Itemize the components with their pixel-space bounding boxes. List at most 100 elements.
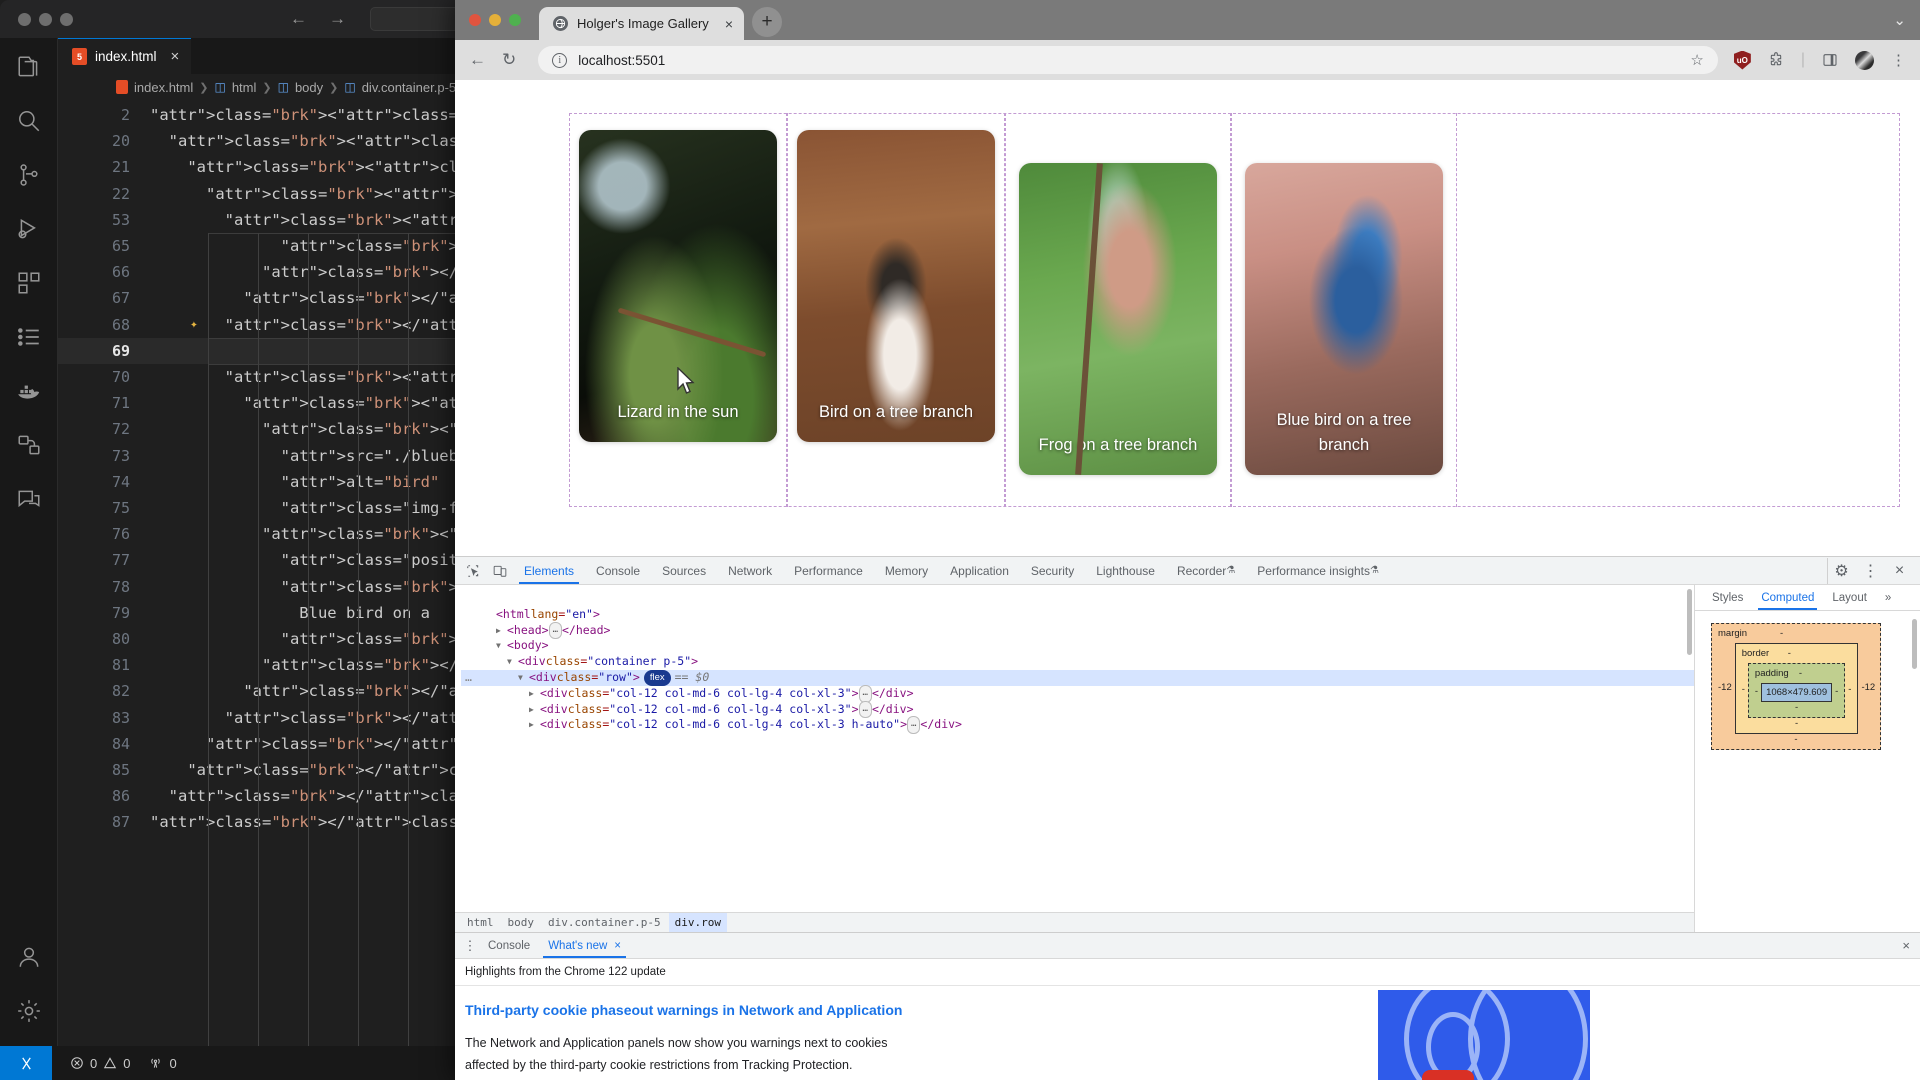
breadcrumb-item[interactable]: div.container.p-5: [542, 913, 667, 933]
vscode-nav-arrows[interactable]: ← →: [290, 9, 346, 29]
devtools-tabbar-actions[interactable]: ⚙ ⋮ ×: [1827, 557, 1920, 584]
styles-tab-styles[interactable]: Styles: [1703, 585, 1752, 610]
browser-tab[interactable]: Holger's Image Gallery ×: [539, 7, 744, 40]
devtools-tab-console[interactable]: Console: [585, 557, 651, 584]
dom-node[interactable]: ▼ <div class = "container p-5" >: [461, 654, 1694, 670]
docker-icon[interactable]: [16, 378, 42, 404]
breadcrumb-item[interactable]: body: [502, 913, 541, 933]
gallery-card[interactable]: Bird on a tree branch: [797, 130, 995, 442]
devtools-tab-recorder[interactable]: Recorder ⚗: [1166, 557, 1246, 584]
styles-tab-layout[interactable]: Layout: [1823, 585, 1876, 610]
gallery-card[interactable]: Blue bird on a tree branch: [1245, 163, 1443, 475]
maximize-window-button[interactable]: [509, 14, 521, 26]
forward-icon[interactable]: →: [329, 9, 346, 29]
minimize-window-button[interactable]: [39, 12, 52, 26]
explorer-icon[interactable]: [16, 54, 42, 80]
whats-new-heading-1[interactable]: Third-party cookie phaseout warnings in …: [465, 1002, 1910, 1018]
dom-node[interactable]: ▶ <div class = "col-12 col-md-6 col-lg-4 co…: [461, 716, 1694, 735]
breadcrumb-item-container[interactable]: div.container.p-5: [362, 80, 456, 95]
dom-node[interactable]: ▼ <body >: [461, 638, 1694, 654]
breadcrumb-item-html[interactable]: html: [232, 80, 257, 95]
back-button[interactable]: ←: [469, 50, 486, 70]
gear-icon[interactable]: ⚙: [1828, 558, 1855, 584]
breadcrumb-item-file[interactable]: index.html: [134, 80, 193, 95]
breadcrumb-item[interactable]: html: [461, 913, 500, 933]
drawer-menu-icon[interactable]: ⋮: [461, 938, 479, 954]
devtools-tab-security[interactable]: Security: [1020, 557, 1085, 584]
collapsed-children-icon[interactable]: …: [858, 700, 872, 719]
device-toolbar-icon[interactable]: [486, 558, 513, 584]
styles-scrollbar[interactable]: [1912, 619, 1917, 669]
dom-breadcrumb[interactable]: html body div.container.p-5 div.row: [455, 912, 1694, 932]
expand-triangle-icon[interactable]: ▶: [529, 702, 540, 718]
flex-badge[interactable]: flex: [643, 669, 671, 686]
expand-triangle-icon[interactable]: ▶: [496, 623, 507, 639]
account-icon[interactable]: [16, 944, 42, 970]
vscode-traffic-lights[interactable]: [18, 12, 73, 26]
extensions-icon[interactable]: [16, 270, 42, 296]
site-info-icon[interactable]: i: [552, 52, 568, 68]
close-drawer-tab-icon[interactable]: ×: [614, 940, 621, 952]
minimize-window-button[interactable]: [489, 14, 501, 26]
devtools-tab-application[interactable]: Application: [939, 557, 1020, 584]
dom-node[interactable]: … ▼ <div class = "row" > flex == $0: [461, 669, 1694, 686]
collapsed-children-icon[interactable]: …: [907, 716, 921, 735]
reload-button[interactable]: ↻: [502, 50, 516, 70]
bookmark-star-icon[interactable]: ☆: [1690, 51, 1703, 69]
styles-tab-computed[interactable]: Computed: [1752, 585, 1823, 610]
close-tab-icon[interactable]: ×: [171, 48, 180, 65]
collapsed-children-icon[interactable]: …: [858, 684, 872, 703]
chevron-down-icon[interactable]: ⌄: [1893, 11, 1906, 29]
maximize-window-button[interactable]: [60, 12, 73, 26]
extensions-icon[interactable]: [1768, 52, 1784, 68]
close-devtools-icon[interactable]: ×: [1886, 558, 1913, 584]
play-button-icon[interactable]: ▶: [1422, 1070, 1474, 1080]
avatar[interactable]: [1855, 50, 1874, 70]
drawer-tab-whats-new[interactable]: What's new ×: [539, 933, 630, 958]
breadcrumb-item-body[interactable]: body: [295, 80, 323, 95]
node-menu-icon[interactable]: …: [465, 670, 485, 686]
dom-node[interactable]: [461, 591, 1694, 607]
ports-status[interactable]: 0: [148, 1056, 177, 1071]
dom-node[interactable]: <html lang = "en" >: [461, 607, 1694, 623]
styles-more-tabs-icon[interactable]: »: [1876, 585, 1900, 610]
dom-node[interactable]: ▶ <head >… </head>: [461, 621, 1694, 640]
back-icon[interactable]: ←: [290, 9, 307, 29]
gallery-image[interactable]: Frog on a tree branch: [1019, 163, 1217, 475]
run-debug-icon[interactable]: [16, 216, 42, 242]
devtools-tab-sources[interactable]: Sources: [651, 557, 717, 584]
gear-icon[interactable]: [16, 998, 42, 1024]
dom-scrollbar[interactable]: [1687, 589, 1692, 655]
inspect-element-icon[interactable]: [459, 558, 486, 584]
search-icon[interactable]: [16, 108, 42, 134]
address-bar[interactable]: i localhost:5501 ☆: [538, 46, 1718, 74]
close-tab-icon[interactable]: ×: [725, 16, 733, 32]
devtools-tab-list[interactable]: Elements Console Sources Network Performance…: [513, 557, 1390, 584]
expand-triangle-icon[interactable]: ▶: [529, 686, 540, 702]
expand-triangle-icon[interactable]: ▶: [529, 717, 540, 733]
devtools-tab-performance[interactable]: Performance: [783, 557, 874, 584]
sparkle-icon[interactable]: ✦: [190, 312, 198, 338]
close-window-button[interactable]: [469, 14, 481, 26]
close-drawer-icon[interactable]: ×: [1902, 938, 1920, 953]
ublock-origin-icon[interactable]: uO: [1733, 50, 1751, 70]
drawer-tabbar[interactable]: ⋮ Console What's new × ×: [455, 933, 1920, 959]
devtools-tab-lighthouse[interactable]: Lighthouse: [1085, 557, 1166, 584]
drawer-tab-console[interactable]: Console: [479, 933, 539, 958]
dom-tree[interactable]: <html lang = "en" > ▶ <head >… </head> ▼ <body > ▼ <…: [455, 585, 1694, 735]
comments-icon[interactable]: [16, 486, 42, 512]
whats-new-video-thumbnail[interactable]: ▶ new: [1378, 990, 1590, 1080]
dom-node[interactable]: ▶ <div class = "col-12 col-md-6 col-lg-4 co…: [461, 700, 1694, 719]
gallery-image[interactable]: Blue bird on a tree branch: [1245, 163, 1443, 475]
problems-status[interactable]: 0 0: [70, 1056, 130, 1071]
outline-list-icon[interactable]: [16, 324, 42, 350]
chrome-traffic-lights[interactable]: [469, 0, 521, 40]
devtools-tab-memory[interactable]: Memory: [874, 557, 939, 584]
new-tab-button[interactable]: +: [752, 7, 782, 37]
devtools-tab-performance-insights[interactable]: Performance insights ⚗: [1246, 557, 1390, 584]
toolbar-icons[interactable]: uO | ⋮: [1733, 50, 1906, 70]
vscode-activity-bar[interactable]: [0, 38, 58, 1046]
devtools-tabbar[interactable]: Elements Console Sources Network Performance…: [455, 557, 1920, 585]
dom-node[interactable]: ▶ <div class = "col-12 col-md-6 col-lg-4 co…: [461, 684, 1694, 703]
expand-triangle-icon[interactable]: ▼: [507, 654, 518, 670]
